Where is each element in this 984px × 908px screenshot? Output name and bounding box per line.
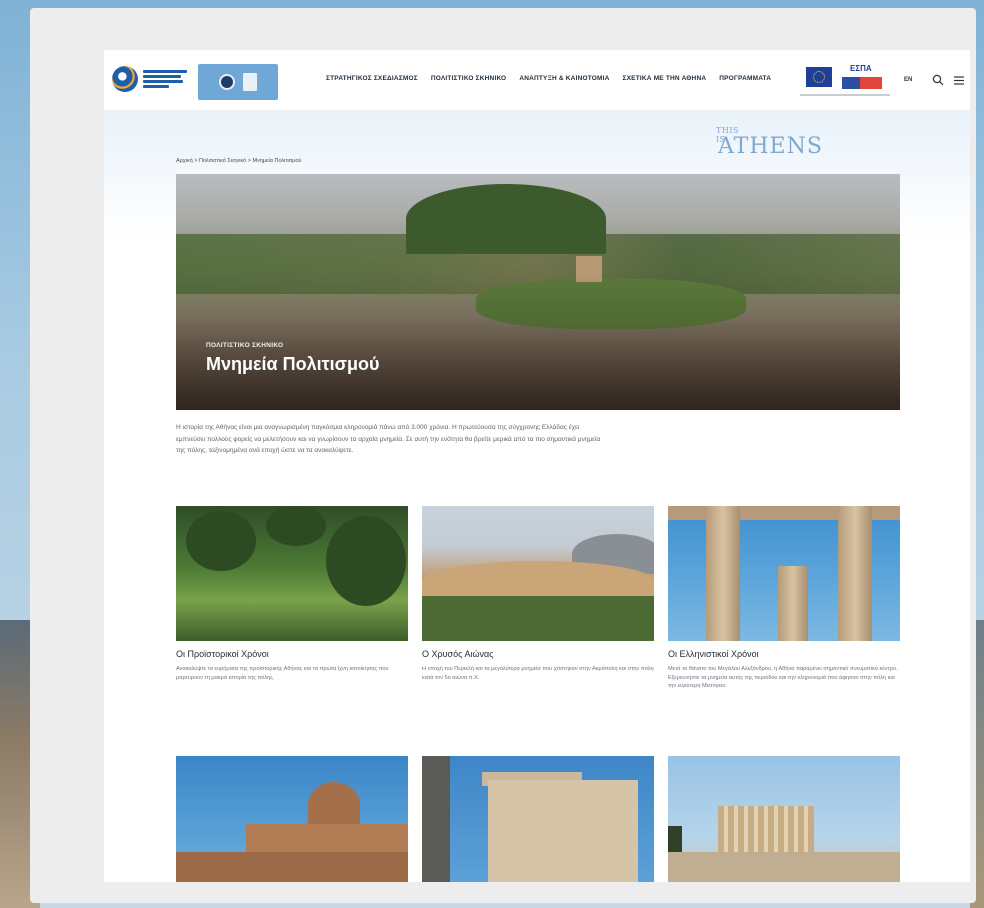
nav-item-cultural-scene[interactable]: ΠΟΛΙΤΙΣΤΙΚΟ ΣΚΗΝΙΚΟ xyxy=(431,75,506,82)
card-hellenistic[interactable]: Οι Ελληνιστικοί Χρόνοι Μετά το θάνατο το… xyxy=(668,506,900,691)
nav-item-programs[interactable]: ΠΡΟΓΡΑΜΜΑΤΑ xyxy=(719,75,771,82)
card-text: Η εποχή του Περικλή και τα μεγαλύτερα μν… xyxy=(422,666,654,681)
card-title: Οι Προϊστορικοί Χρόνοι xyxy=(176,649,269,659)
city-logo[interactable] xyxy=(112,66,187,92)
hero-image: ΠΟΛΙΤΙΣΤΙΚΟ ΣΚΗΝΙΚΟ Μνημεία Πολιτισμού xyxy=(176,174,900,410)
card-image xyxy=(176,506,408,641)
hero-kicker: ΠΟΛΙΤΙΣΤΙΚΟ ΣΚΗΝΙΚΟ xyxy=(206,342,284,349)
card-image xyxy=(176,756,408,882)
card-image xyxy=(422,756,654,882)
nav-item-about-athens[interactable]: ΣΧΕΤΙΚΑ ΜΕ ΤΗΝ ΑΘΗΝΑ xyxy=(623,75,707,82)
city-emblem-icon xyxy=(112,66,138,92)
page-title: Μνημεία Πολιτισμού xyxy=(206,354,380,374)
breadcrumb[interactable]: Αρχική > Πολιτιστικό Σκηνικό > Μνημεία Π… xyxy=(176,158,301,164)
partner-logo[interactable] xyxy=(198,64,278,100)
eu-flag-icon xyxy=(806,67,832,87)
browser-frame: ΣΤΡΑΤΗΓΙΚΟΣ ΣΧΕΔΙΑΣΜΟΣ ΠΟΛΙΤΙΣΤΙΚΟ ΣΚΗΝΙ… xyxy=(30,8,976,903)
main-navigation: ΣΤΡΑΤΗΓΙΚΟΣ ΣΧΕΔΙΑΣΜΟΣ ΠΟΛΙΤΙΣΤΙΚΟ ΣΚΗΝΙ… xyxy=(326,75,771,82)
nav-item-development-innovation[interactable]: ΑΝΑΠΤΥΞΗ & ΚΑΙΝΟΤΟΜΙΑ xyxy=(519,75,609,82)
card-byzantine[interactable] xyxy=(176,756,408,882)
site-header: ΣΤΡΑΤΗΓΙΚΟΣ ΣΧΕΔΙΑΣΜΟΣ ΠΟΛΙΤΙΣΤΙΚΟ ΣΚΗΝΙ… xyxy=(104,50,970,112)
card-title: Ο Χρυσός Αιώνας xyxy=(422,649,494,659)
card-image xyxy=(422,506,654,641)
nav-item-strategic-planning[interactable]: ΣΤΡΑΤΗΓΙΚΟΣ ΣΧΕΔΙΑΣΜΟΣ xyxy=(326,75,418,82)
brand-big-text: ATHENS xyxy=(718,134,823,159)
card-title: Οι Ελληνιστικοί Χρόνοι xyxy=(668,649,759,659)
espa-label: ΕΣΠΑ xyxy=(850,64,872,73)
card-erechtheion[interactable] xyxy=(422,756,654,882)
card-parthenon[interactable] xyxy=(668,756,900,882)
menu-icon[interactable] xyxy=(954,76,964,85)
card-image xyxy=(668,506,900,641)
espa-logo: ΕΣΠΑ xyxy=(840,64,884,92)
seal-icon xyxy=(219,74,235,90)
card-image xyxy=(668,756,900,882)
card-prehistoric[interactable]: Οι Προϊστορικοί Χρόνοι Ανακαλύψτε τα ευρ… xyxy=(176,506,408,682)
language-switcher[interactable]: EN xyxy=(904,77,912,83)
city-logo-wordmark xyxy=(143,70,187,88)
card-text: Μετά το θάνατο του Μεγάλου Αλεξάνδρου, η… xyxy=(668,666,898,690)
document-icon xyxy=(243,73,257,91)
web-page: ΣΤΡΑΤΗΓΙΚΟΣ ΣΧΕΔΙΑΣΜΟΣ ΠΟΛΙΤΙΣΤΙΚΟ ΣΚΗΝΙ… xyxy=(104,50,970,882)
search-icon[interactable] xyxy=(932,74,944,86)
intro-paragraph: Η ιστορία της Αθήνας είναι μια αναγνωρισ… xyxy=(176,424,601,454)
card-text: Ανακαλύψτε τα ευρήματα της προϊστορικής … xyxy=(176,666,389,681)
card-golden-age[interactable]: Ο Χρυσός Αιώνας Η εποχή του Περικλή και … xyxy=(422,506,654,682)
eu-funding-caption xyxy=(800,94,890,96)
